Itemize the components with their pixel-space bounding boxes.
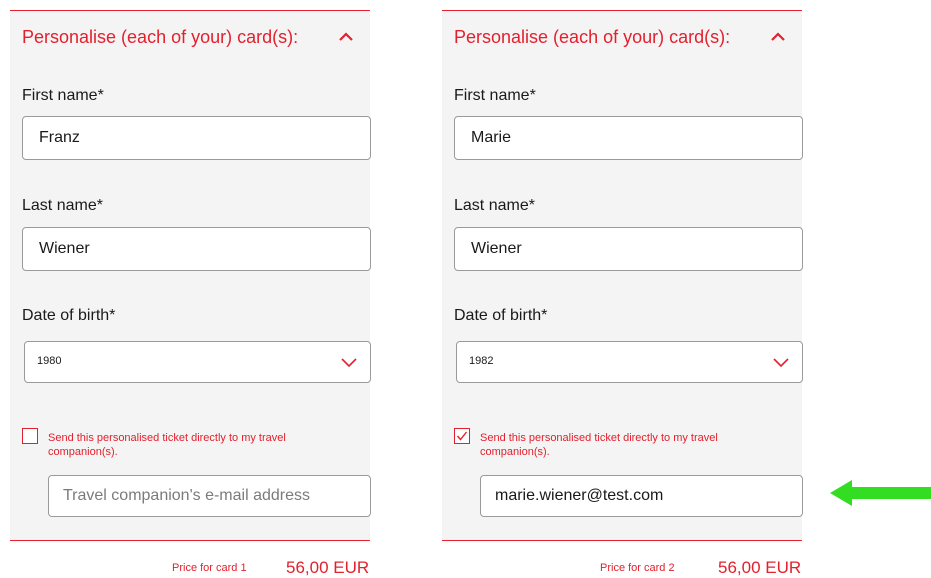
companion-email-input[interactable] bbox=[480, 475, 803, 517]
card-title: Personalise (each of your) card(s): bbox=[454, 27, 731, 47]
price-label: Price for card 2 bbox=[600, 562, 675, 574]
card-header: Personalise (each of your) card(s): bbox=[454, 25, 788, 49]
birth-year-select[interactable]: 1980 bbox=[24, 341, 371, 383]
chevron-down-icon bbox=[340, 355, 358, 369]
first-name-input[interactable] bbox=[454, 116, 803, 160]
last-name-input[interactable] bbox=[22, 227, 371, 271]
first-name-label: First name* bbox=[22, 87, 104, 104]
send-to-companion-label: Send this personalised ticket directly t… bbox=[48, 432, 286, 458]
price-value: 56,00 EUR bbox=[286, 558, 370, 577]
send-to-companion-checkbox[interactable] bbox=[22, 428, 38, 444]
personalisation-screen: Personalise (each of your) card(s): Firs… bbox=[0, 0, 931, 578]
card-title: Personalise (each of your) card(s): bbox=[22, 27, 299, 47]
last-name-label: Last name* bbox=[22, 197, 103, 214]
date-of-birth-label: Date of birth* bbox=[454, 307, 548, 324]
first-name-input[interactable] bbox=[22, 116, 371, 160]
chevron-down-icon bbox=[772, 355, 790, 369]
last-name-input[interactable] bbox=[454, 227, 803, 271]
birth-year-value: 1982 bbox=[469, 355, 494, 367]
personalise-card-2: Personalise (each of your) card(s): Firs… bbox=[442, 10, 803, 541]
date-of-birth-label: Date of birth* bbox=[22, 307, 116, 324]
price-label: Price for card 1 bbox=[172, 562, 247, 574]
arrow-left-icon bbox=[830, 480, 931, 506]
send-to-companion-checkbox[interactable] bbox=[454, 428, 470, 444]
first-name-label: First name* bbox=[454, 87, 536, 104]
card-header: Personalise (each of your) card(s): bbox=[22, 25, 356, 49]
send-to-companion-label: Send this personalised ticket directly t… bbox=[480, 432, 718, 458]
chevron-up-icon[interactable] bbox=[336, 27, 356, 47]
companion-email-input[interactable] bbox=[48, 475, 371, 517]
checkmark-icon bbox=[456, 431, 468, 441]
birth-year-select[interactable]: 1982 bbox=[456, 341, 803, 383]
last-name-label: Last name* bbox=[454, 197, 535, 214]
chevron-up-icon[interactable] bbox=[768, 27, 788, 47]
price-value: 56,00 EUR bbox=[718, 558, 802, 577]
personalise-card-1: Personalise (each of your) card(s): Firs… bbox=[10, 10, 371, 541]
birth-year-value: 1980 bbox=[37, 355, 62, 367]
